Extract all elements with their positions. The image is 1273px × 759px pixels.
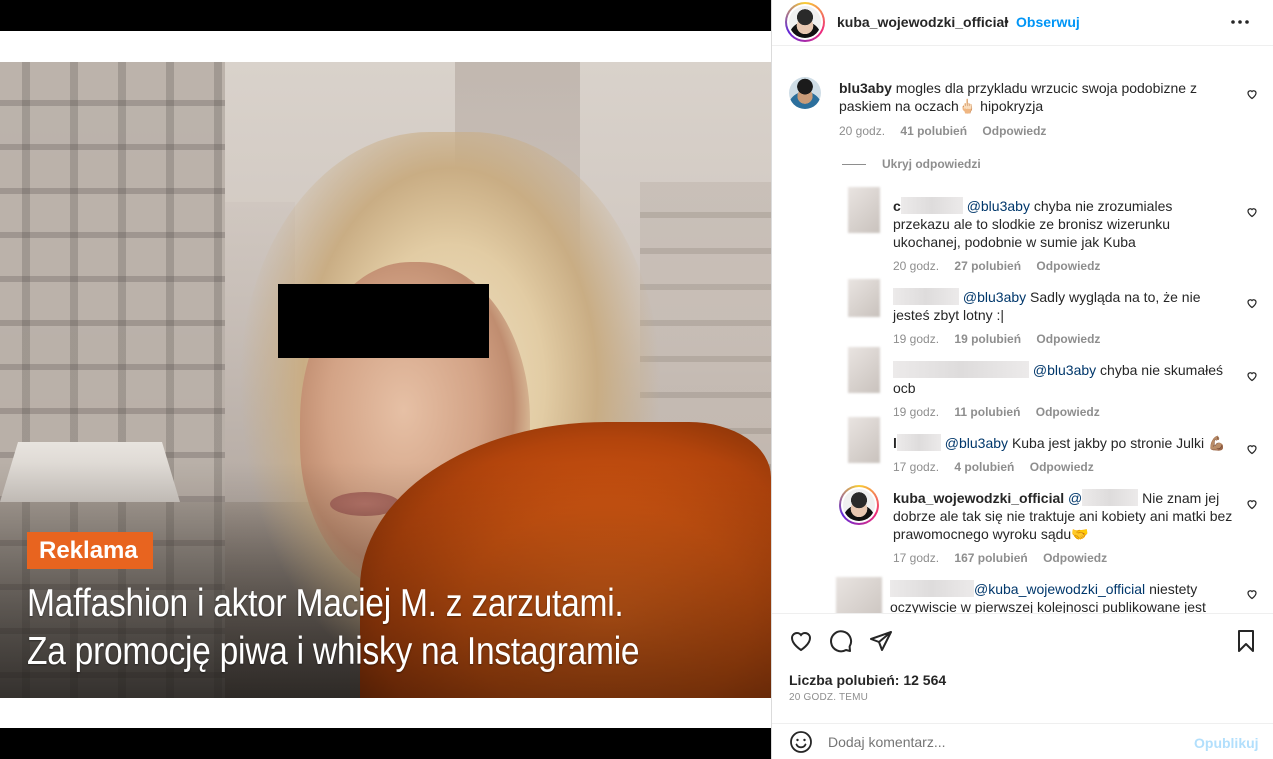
reply-mention[interactable]: @blu3aby — [945, 435, 1008, 451]
reply-3: @blu3aby chyba nie skumałeś ocb — [893, 361, 1223, 397]
reply-mention[interactable]: @blu3aby — [963, 289, 1026, 305]
reply-likes[interactable]: 167 polubień — [954, 551, 1027, 565]
author-avatar[interactable] — [785, 2, 825, 42]
reply-likes[interactable]: 4 polubień — [954, 460, 1014, 474]
reply-1-meta: 20 godz. 27 polubień Odpowiedz — [893, 259, 1112, 273]
redacted-username — [893, 288, 959, 305]
hide-replies-line — [842, 164, 866, 165]
likes-count[interactable]: Liczba polubień: 12 564 — [789, 672, 946, 688]
media-letterbox-top — [0, 31, 771, 62]
comment-like-heart-icon[interactable] — [1246, 88, 1258, 100]
censor-bar — [278, 284, 489, 358]
post-header: kuba_wojewodzki_official • Obserwuj — [772, 0, 1273, 46]
reply-mention[interactable]: @ — [1068, 490, 1082, 506]
reply-likes[interactable]: 19 polubień — [954, 332, 1021, 346]
reply-mention[interactable]: @blu3aby — [1033, 362, 1096, 378]
hide-replies-button[interactable]: Ukryj odpowiedzi — [882, 157, 981, 171]
reply-like-heart-icon[interactable] — [1246, 370, 1258, 382]
reply-like-heart-icon[interactable] — [1246, 206, 1258, 218]
redacted-username — [896, 434, 941, 451]
reply-2-meta: 19 godz. 19 polubień Odpowiedz — [893, 332, 1112, 346]
reply-button[interactable]: Odpowiedz — [1036, 405, 1100, 419]
redacted-username — [893, 361, 1029, 378]
post-actions: Liczba polubień: 12 564 20 GODZ. TEMU — [772, 613, 1273, 723]
reply-time[interactable]: 19 godz. — [893, 332, 939, 346]
comment-meta: 20 godz. 41 polubień Odpowiedz — [839, 124, 1058, 138]
separator-dot: • — [1004, 13, 1009, 29]
reply-button[interactable]: Odpowiedz — [1030, 460, 1094, 474]
media-letterbox-bottom — [0, 698, 771, 728]
reply-like-heart-icon[interactable] — [1246, 588, 1258, 600]
reply-mention[interactable]: @blu3aby — [967, 198, 1030, 214]
reply-1: c @blu3aby chyba nie zrozumiales przekaz… — [893, 197, 1223, 251]
comment-time[interactable]: 20 godz. — [839, 124, 885, 138]
reply-time[interactable]: 17 godz. — [893, 551, 939, 565]
headline-line-1: Maffashion i aktor Maciej M. z zarzutami… — [27, 582, 624, 625]
comment-username[interactable]: blu3aby — [839, 80, 892, 96]
follow-button[interactable]: Obserwuj — [1016, 14, 1080, 30]
reply-likes[interactable]: 27 polubień — [954, 259, 1021, 273]
reply-6: @kuba_wojewodzki_official niestety oczyw… — [890, 580, 1230, 613]
redacted-username — [890, 580, 974, 597]
reply-avatar-blurred[interactable] — [848, 417, 880, 463]
reply-text: Kuba jest jakby po stronie Julki 💪🏽 — [1011, 435, 1226, 451]
headline: Maffashion i aktor Maciej M. z zarzutami… — [27, 580, 663, 676]
reply-likes[interactable]: 11 polubień — [954, 405, 1020, 419]
post-time-ago[interactable]: 20 GODZ. TEMU — [789, 692, 868, 703]
reply-5-meta: 17 godz. 167 polubień Odpowiedz — [893, 551, 1119, 565]
reply-2: @blu3aby Sadly wygląda na to, że nie jes… — [893, 288, 1213, 324]
reply-button[interactable]: Odpowiedz — [1036, 259, 1100, 273]
more-horizontal-icon[interactable] — [1230, 14, 1250, 30]
reply-button[interactable]: Odpowiedz — [1036, 332, 1100, 346]
comment-likes[interactable]: 41 polubień — [900, 124, 967, 138]
send-icon[interactable] — [869, 629, 893, 653]
author-username[interactable]: kuba_wojewodzki_official — [837, 14, 1008, 30]
reply-avatar-blurred[interactable] — [848, 347, 880, 393]
post-media[interactable]: Reklama Maffashion i aktor Maciej M. z z… — [0, 0, 771, 759]
reply-like-heart-icon[interactable] — [1246, 297, 1258, 309]
author-reply-avatar[interactable] — [839, 485, 879, 525]
post-side-panel: kuba_wojewodzki_official • Obserwuj blu3… — [771, 0, 1273, 759]
reply-avatar-blurred[interactable] — [836, 577, 882, 613]
add-comment-bar: Opublikuj — [772, 723, 1273, 759]
ad-badge: Reklama — [27, 532, 153, 569]
reply-time[interactable]: 19 godz. — [893, 405, 939, 419]
reply-like-heart-icon[interactable] — [1246, 443, 1258, 455]
redacted-username — [900, 197, 963, 214]
reply-avatar-blurred[interactable] — [848, 187, 880, 233]
reply-time[interactable]: 17 godz. — [893, 460, 939, 474]
redacted-username — [1082, 489, 1139, 506]
comment-text: mogles dla przykladu wrzucic swoja podob… — [839, 80, 1197, 114]
emoji-icon[interactable] — [789, 730, 813, 754]
reply-3-meta: 19 godz. 11 polubień Odpowiedz — [893, 405, 1112, 419]
comment-icon[interactable] — [829, 629, 853, 653]
reply-4-meta: 17 godz. 4 polubień Odpowiedz — [893, 460, 1106, 474]
heart-icon[interactable] — [789, 629, 813, 653]
comments-list[interactable]: blu3aby mogles dla przykladu wrzucic swo… — [772, 47, 1273, 613]
post-comment-button[interactable]: Opublikuj — [1194, 735, 1259, 751]
reply-like-heart-icon[interactable] — [1246, 498, 1258, 510]
reply-4: l @blu3aby Kuba jest jakby po stronie Ju… — [893, 434, 1233, 452]
reply-5: kuba_wojewodzki_official @ Nie znam jej … — [893, 489, 1233, 543]
reply-username-initial[interactable]: c — [893, 198, 901, 214]
reply-mention[interactable]: @kuba_wojewodzki_official — [974, 581, 1145, 597]
bookmark-icon[interactable] — [1234, 629, 1258, 653]
headline-line-2: Za promocję piwa i whisky na Instagramie — [27, 630, 640, 673]
commenter-avatar[interactable] — [789, 77, 821, 109]
reply-avatar-blurred[interactable] — [848, 279, 880, 317]
comment-input[interactable] — [828, 734, 1168, 750]
reply-button[interactable]: Odpowiedz — [1043, 551, 1107, 565]
reply-time[interactable]: 20 godz. — [893, 259, 939, 273]
comment-main: blu3aby mogles dla przykladu wrzucic swo… — [839, 79, 1209, 115]
reply-username[interactable]: kuba_wojewodzki_official — [893, 490, 1064, 506]
reply-button[interactable]: Odpowiedz — [982, 124, 1046, 138]
